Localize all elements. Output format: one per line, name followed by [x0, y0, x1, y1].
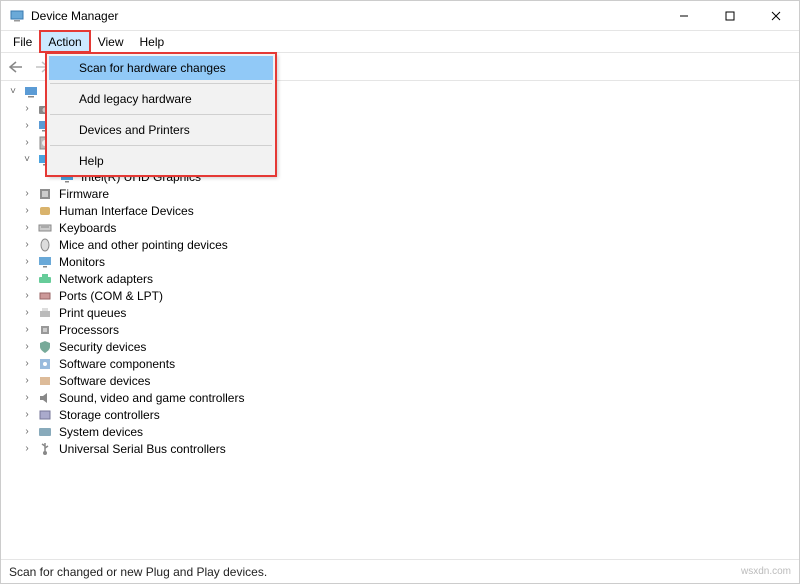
tree-node-system[interactable]: › System devices — [1, 423, 799, 440]
close-button[interactable] — [753, 1, 799, 31]
tree-node-label: Security devices — [59, 340, 146, 354]
tree-node-ports[interactable]: › Ports (COM & LPT) — [1, 287, 799, 304]
tree-node-softdev[interactable]: › Software devices — [1, 372, 799, 389]
component-icon — [37, 356, 53, 372]
menu-add-legacy[interactable]: Add legacy hardware — [49, 87, 273, 111]
tree-node-sound[interactable]: › Sound, video and game controllers — [1, 389, 799, 406]
expander-icon[interactable]: › — [21, 426, 33, 438]
menu-help[interactable]: Help — [132, 31, 173, 52]
tree-node-label: Software devices — [59, 374, 150, 388]
expander-icon[interactable]: › — [21, 290, 33, 302]
tree-node-printer[interactable]: › Print queues — [1, 304, 799, 321]
system-icon — [37, 424, 53, 440]
computer-icon — [23, 84, 39, 100]
expander-icon[interactable]: › — [21, 443, 33, 455]
expander-icon[interactable]: ˅ — [21, 154, 33, 166]
expander-icon[interactable]: › — [21, 188, 33, 200]
expander-icon[interactable]: › — [21, 222, 33, 234]
expander-icon[interactable]: › — [21, 409, 33, 421]
tree-node-label: Storage controllers — [59, 408, 160, 422]
menu-file[interactable]: File — [5, 31, 40, 52]
usb-icon — [37, 441, 53, 457]
tree-node-security[interactable]: › Security devices — [1, 338, 799, 355]
expander-icon[interactable]: › — [21, 256, 33, 268]
menu-separator — [50, 114, 272, 115]
printer-icon — [37, 305, 53, 321]
tree-node-label: Keyboards — [59, 221, 116, 235]
expander-icon[interactable]: › — [21, 375, 33, 387]
statusbar: Scan for changed or new Plug and Play de… — [1, 559, 799, 583]
expander-icon[interactable]: › — [21, 273, 33, 285]
tree-node-firmware[interactable]: › Firmware — [1, 185, 799, 202]
expander-icon[interactable]: › — [21, 239, 33, 251]
minimize-button[interactable] — [661, 1, 707, 31]
tree-node-label: Processors — [59, 323, 119, 337]
sound-icon — [37, 390, 53, 406]
tree-node-label: Network adapters — [59, 272, 153, 286]
tree-node-label: Universal Serial Bus controllers — [59, 442, 226, 456]
cpu-icon — [37, 322, 53, 338]
softdev-icon — [37, 373, 53, 389]
menu-view[interactable]: View — [90, 31, 132, 52]
security-icon — [37, 339, 53, 355]
hid-icon — [37, 203, 53, 219]
tree-node-label: Human Interface Devices — [59, 204, 194, 218]
tree-node-label: Ports (COM & LPT) — [59, 289, 163, 303]
tree-node-hid[interactable]: › Human Interface Devices — [1, 202, 799, 219]
app-icon — [9, 8, 25, 24]
expander-icon[interactable]: › — [21, 120, 33, 132]
tree-node-label: Sound, video and game controllers — [59, 391, 244, 405]
titlebar: Device Manager — [1, 1, 799, 31]
action-dropdown: Scan for hardware changes Add legacy har… — [46, 53, 276, 176]
tree-node-storage[interactable]: › Storage controllers — [1, 406, 799, 423]
tree-node-label: System devices — [59, 425, 143, 439]
network-icon — [37, 271, 53, 287]
tree-node-monitor[interactable]: › Monitors — [1, 253, 799, 270]
menubar: File Action View Help — [1, 31, 799, 53]
tree-node-component[interactable]: › Software components — [1, 355, 799, 372]
ports-icon — [37, 288, 53, 304]
expander-icon[interactable]: › — [21, 205, 33, 217]
tree-node-mouse[interactable]: › Mice and other pointing devices — [1, 236, 799, 253]
tree-node-label: Mice and other pointing devices — [59, 238, 228, 252]
tree-node-label: Software components — [59, 357, 175, 371]
maximize-button[interactable] — [707, 1, 753, 31]
watermark: wsxdn.com — [741, 566, 791, 577]
firmware-icon — [37, 186, 53, 202]
mouse-icon — [37, 237, 53, 253]
keyboard-icon — [37, 220, 53, 236]
menu-help-item[interactable]: Help — [49, 149, 273, 173]
window-title: Device Manager — [31, 9, 661, 23]
tree-node-label: Monitors — [59, 255, 105, 269]
menu-action[interactable]: Action — [40, 31, 89, 52]
expander-icon[interactable]: ˅ — [7, 86, 19, 98]
tree-node-keyboard[interactable]: › Keyboards — [1, 219, 799, 236]
expander-icon[interactable]: › — [21, 358, 33, 370]
expander-icon[interactable]: › — [21, 137, 33, 149]
menu-separator — [50, 83, 272, 84]
menu-separator — [50, 145, 272, 146]
expander-icon[interactable]: › — [21, 103, 33, 115]
storage-icon — [37, 407, 53, 423]
tree-node-label: Print queues — [59, 306, 126, 320]
status-text: Scan for changed or new Plug and Play de… — [9, 565, 267, 579]
expander-icon[interactable]: › — [21, 341, 33, 353]
menu-devices-printers[interactable]: Devices and Printers — [49, 118, 273, 142]
tree-node-usb[interactable]: › Universal Serial Bus controllers — [1, 440, 799, 457]
expander-icon[interactable]: › — [21, 324, 33, 336]
expander-icon[interactable]: › — [21, 392, 33, 404]
window-controls — [661, 1, 799, 31]
monitor-icon — [37, 254, 53, 270]
expander-icon[interactable]: › — [21, 307, 33, 319]
tree-node-network[interactable]: › Network adapters — [1, 270, 799, 287]
tree-node-label: Firmware — [59, 187, 109, 201]
tree-node-cpu[interactable]: › Processors — [1, 321, 799, 338]
back-button[interactable] — [5, 56, 27, 78]
menu-scan-hardware[interactable]: Scan for hardware changes — [49, 56, 273, 80]
